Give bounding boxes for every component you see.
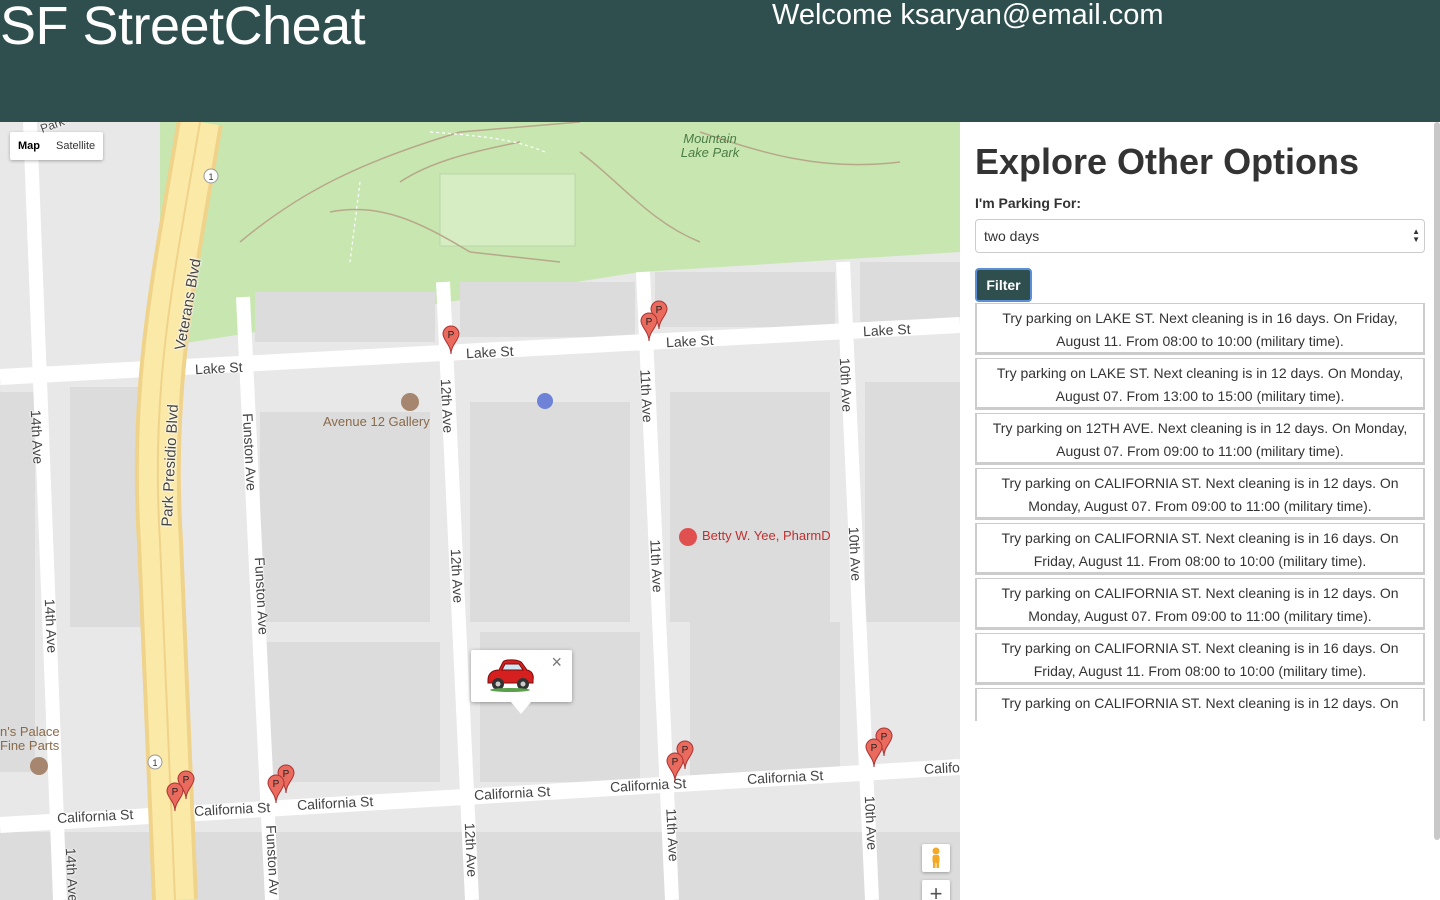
app-title: SF StreetCheat xyxy=(0,0,366,56)
poi-palace-line2: Fine Parts xyxy=(0,738,60,753)
street-label-california-truncated: Califo xyxy=(923,759,960,777)
result-item[interactable]: Try parking on LAKE ST. Next cleaning is… xyxy=(975,358,1425,410)
street-label-14th-ave: 14th Ave xyxy=(62,847,82,900)
sidebar: Explore Other Options I'm Parking For: t… xyxy=(960,122,1440,900)
page-scrollbar[interactable] xyxy=(1434,122,1440,840)
parking-duration-label: I'm Parking For: xyxy=(975,195,1082,211)
result-item[interactable]: Try parking on CALIFORNIA ST. Next clean… xyxy=(975,633,1425,685)
parking-marker-letter: P xyxy=(672,757,679,768)
result-item[interactable]: Try parking on 12TH AVE. Next cleaning i… xyxy=(975,413,1425,465)
map-type-map[interactable]: Map xyxy=(10,132,48,160)
poi-avenue-12-gallery[interactable]: Avenue 12 Gallery xyxy=(323,414,430,429)
sidebar-title: Explore Other Options xyxy=(975,141,1360,182)
street-label-lake-st: Lake St xyxy=(194,358,243,378)
parking-marker-letter: P xyxy=(871,743,878,754)
street-label-lake-st: Lake St xyxy=(862,320,911,340)
parking-duration-select[interactable]: two days ▲ ▼ xyxy=(975,219,1425,253)
parking-marker-letter: P xyxy=(646,317,653,328)
street-label-10th-ave: 10th Ave xyxy=(845,526,865,582)
map-type-satellite[interactable]: Satellite xyxy=(48,132,103,160)
app-header: SF StreetCheat Welcome ksaryan@email.com xyxy=(0,0,1440,122)
street-label-lake-st: Lake St xyxy=(465,342,514,362)
result-item[interactable]: Try parking on CALIFORNIA ST. Next clean… xyxy=(975,688,1425,721)
parking-marker-letter: P xyxy=(448,330,455,341)
street-label-11th-ave: 11th Ave xyxy=(637,369,656,423)
route-shield-north: 1 xyxy=(208,172,213,182)
filter-button[interactable]: Filter xyxy=(975,268,1032,302)
result-item[interactable]: Try parking on LAKE ST. Next cleaning is… xyxy=(975,303,1425,355)
street-label-lake-st: Lake St xyxy=(665,331,714,351)
close-icon[interactable]: × xyxy=(551,652,562,673)
map-view[interactable]: 1 1 Map Satellite Mountain Lake Park Par… xyxy=(0,122,960,900)
info-window[interactable]: × xyxy=(471,650,572,714)
street-label-14th-ave: 14th Ave xyxy=(41,598,61,654)
street-label-12th-ave: 12th Ave xyxy=(437,378,457,434)
parking-marker[interactable]: P xyxy=(666,752,684,782)
street-label-11th-ave: 11th Ave xyxy=(647,539,666,593)
parking-marker-letter: P xyxy=(172,787,179,798)
poi-palace-line1: n's Palace xyxy=(0,724,60,739)
street-label-11th-ave: 11th Ave xyxy=(663,808,682,862)
route-shield-south: 1 xyxy=(152,758,157,768)
parking-marker[interactable]: P xyxy=(865,738,883,768)
result-item[interactable]: Try parking on CALIFORNIA ST. Next clean… xyxy=(975,523,1425,575)
map-type-control[interactable]: Map Satellite xyxy=(10,132,104,160)
park-label: Mountain Lake Park xyxy=(680,131,740,160)
result-item[interactable]: Try parking on CALIFORNIA ST. Next clean… xyxy=(975,578,1425,630)
parking-duration-value: two days xyxy=(984,228,1040,244)
poi-palace[interactable]: n's Palace Fine Parts xyxy=(0,725,60,753)
parking-marker[interactable]: P xyxy=(166,782,184,812)
street-label-10th-ave: 10th Ave xyxy=(836,357,856,413)
street-label-12th-ave: 12th Ave xyxy=(461,822,481,878)
street-label-14th-ave: 14th Ave xyxy=(27,409,47,465)
select-arrows-icon: ▲ ▼ xyxy=(1412,227,1420,244)
pegman-icon[interactable] xyxy=(922,844,950,872)
street-label-12th-ave: 12th Ave xyxy=(447,548,467,604)
parking-marker[interactable]: P xyxy=(442,325,460,355)
welcome-message: Welcome ksaryan@email.com xyxy=(772,0,1164,31)
street-label-10th-ave: 10th Ave xyxy=(861,795,881,851)
parking-marker[interactable]: P xyxy=(267,774,285,804)
parking-marker[interactable]: P xyxy=(640,312,658,342)
poi-pharmacy[interactable]: Betty W. Yee, PharmD xyxy=(702,528,831,543)
result-item[interactable]: Try parking on CALIFORNIA ST. Next clean… xyxy=(975,468,1425,520)
car-icon xyxy=(487,659,534,692)
parking-marker-letter: P xyxy=(273,779,280,790)
results-list[interactable]: Try parking on LAKE ST. Next cleaning is… xyxy=(975,303,1428,721)
zoom-in-button[interactable]: + xyxy=(922,880,950,900)
